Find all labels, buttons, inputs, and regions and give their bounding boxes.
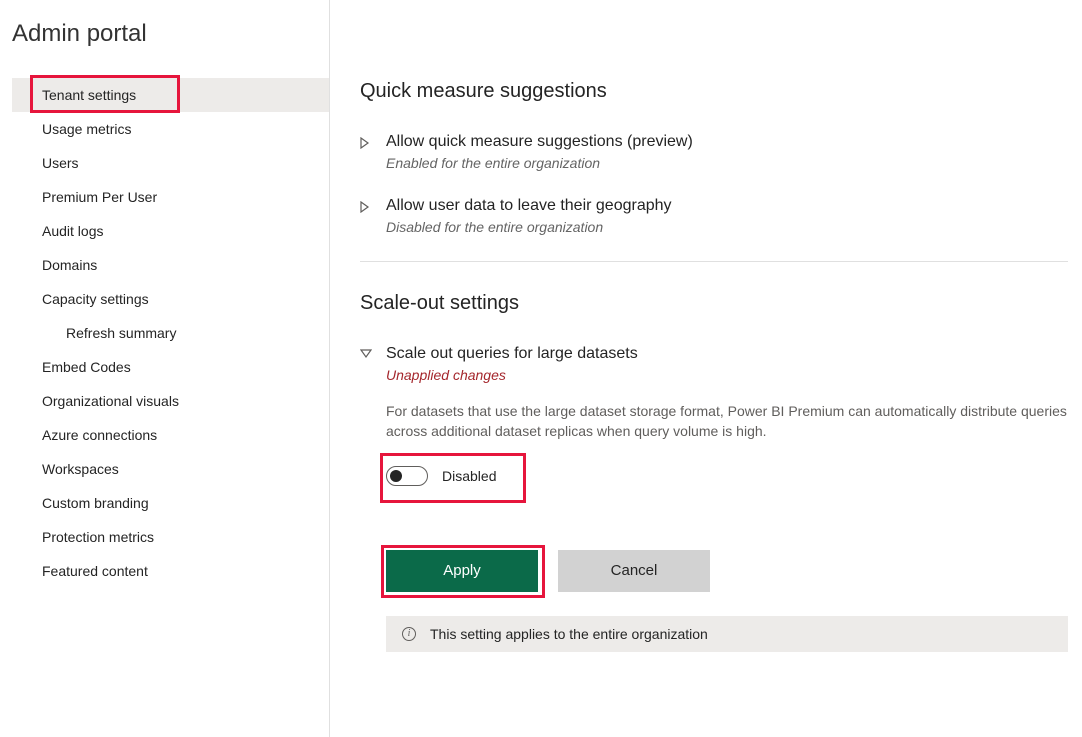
sidebar-item-capacity-settings[interactable]: Capacity settings <box>12 282 329 316</box>
section-divider <box>360 261 1068 262</box>
info-banner: i This setting applies to the entire org… <box>386 616 1068 652</box>
section-scale-out: Scale-out settings Scale out queries for… <box>360 292 1068 652</box>
sidebar-item-azure-connections[interactable]: Azure connections <box>12 418 329 452</box>
sidebar-item-protection-metrics[interactable]: Protection metrics <box>12 520 329 554</box>
page-title: Admin portal <box>12 20 329 48</box>
chevron-right-icon <box>360 201 374 213</box>
section-quick-measure: Quick measure suggestions Allow quick me… <box>360 80 1068 235</box>
sidebar-item-label: Tenant settings <box>42 87 136 103</box>
unapplied-changes-warning: Unapplied changes <box>386 367 1068 383</box>
apply-button[interactable]: Apply <box>386 550 538 592</box>
main-content: Quick measure suggestions Allow quick me… <box>330 0 1082 737</box>
sidebar-item-label: Organizational visuals <box>42 393 179 409</box>
nav-list: Tenant settings Usage metrics Users Prem… <box>12 78 329 588</box>
sidebar-item-tenant-settings[interactable]: Tenant settings <box>12 78 329 112</box>
sidebar-item-audit-logs[interactable]: Audit logs <box>12 214 329 248</box>
sidebar-item-workspaces[interactable]: Workspaces <box>12 452 329 486</box>
sidebar-item-premium-per-user[interactable]: Premium Per User <box>12 180 329 214</box>
chevron-down-icon[interactable] <box>360 349 374 359</box>
sidebar: Admin portal Tenant settings Usage metri… <box>0 0 330 737</box>
sidebar-item-label: Capacity settings <box>42 291 149 307</box>
sidebar-item-label: Embed Codes <box>42 359 131 375</box>
toggle-scale-out[interactable] <box>386 466 428 486</box>
setting-label: Allow quick measure suggestions (preview… <box>386 133 693 151</box>
toggle-knob <box>390 470 402 482</box>
setting-allow-user-data-leave-geo[interactable]: Allow user data to leave their geography… <box>360 197 1068 235</box>
toggle-state-label: Disabled <box>442 468 496 484</box>
sidebar-item-label: Workspaces <box>42 461 119 477</box>
sidebar-item-usage-metrics[interactable]: Usage metrics <box>12 112 329 146</box>
sidebar-item-label: Audit logs <box>42 223 103 239</box>
setting-label: Allow user data to leave their geography <box>386 197 672 215</box>
sidebar-item-users[interactable]: Users <box>12 146 329 180</box>
sidebar-item-refresh-summary[interactable]: Refresh summary <box>12 316 329 350</box>
setting-description: For datasets that use the large dataset … <box>386 401 1068 442</box>
sidebar-item-label: Domains <box>42 257 97 273</box>
setting-allow-quick-measure[interactable]: Allow quick measure suggestions (preview… <box>360 133 1068 171</box>
sidebar-item-organizational-visuals[interactable]: Organizational visuals <box>12 384 329 418</box>
sidebar-item-custom-branding[interactable]: Custom branding <box>12 486 329 520</box>
sidebar-item-label: Refresh summary <box>66 325 176 341</box>
chevron-right-icon <box>360 137 374 149</box>
section-title: Scale-out settings <box>360 292 1068 315</box>
sidebar-item-domains[interactable]: Domains <box>12 248 329 282</box>
sidebar-item-label: Usage metrics <box>42 121 131 137</box>
toggle-wrap: Disabled <box>386 456 496 496</box>
setting-scale-out-queries: Scale out queries for large datasets Una… <box>360 345 1068 652</box>
sidebar-item-label: Azure connections <box>42 427 157 443</box>
setting-status: Disabled for the entire organization <box>386 219 672 235</box>
cancel-button[interactable]: Cancel <box>558 550 710 592</box>
setting-label: Scale out queries for large datasets <box>386 345 1068 363</box>
sidebar-item-label: Featured content <box>42 563 148 579</box>
sidebar-item-embed-codes[interactable]: Embed Codes <box>12 350 329 384</box>
setting-status: Enabled for the entire organization <box>386 155 693 171</box>
button-row: Apply Cancel <box>386 550 1068 592</box>
info-banner-text: This setting applies to the entire organ… <box>430 626 708 642</box>
sidebar-item-label: Custom branding <box>42 495 149 511</box>
sidebar-item-featured-content[interactable]: Featured content <box>12 554 329 588</box>
sidebar-item-label: Protection metrics <box>42 529 154 545</box>
sidebar-item-label: Users <box>42 155 79 171</box>
section-title: Quick measure suggestions <box>360 80 1068 103</box>
info-icon: i <box>402 627 416 641</box>
sidebar-item-label: Premium Per User <box>42 189 157 205</box>
